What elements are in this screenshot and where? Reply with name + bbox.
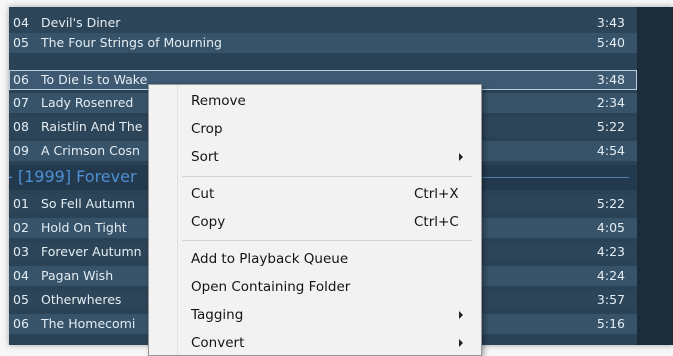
menu-item-label: Cut <box>191 186 215 202</box>
menu-item-label: Convert <box>191 335 245 351</box>
track-duration: 5:22 <box>596 119 625 134</box>
menu-separator <box>182 240 472 241</box>
track-number: 08 <box>13 119 29 134</box>
track-row[interactable]: 05 The Four Strings of Mourning 5:40 <box>9 33 637 53</box>
track-title: Otherwheres <box>41 292 122 307</box>
menu-item-convert[interactable]: Convert <box>152 330 476 356</box>
menu-item-label: Open Containing Folder <box>191 279 351 295</box>
chevron-right-icon <box>459 339 463 347</box>
track-duration: 4:54 <box>596 143 625 158</box>
playlist-scrollbar[interactable] <box>637 7 673 345</box>
chevron-right-icon <box>459 311 463 319</box>
track-number: 09 <box>13 143 29 158</box>
track-title: To Die Is to Wake <box>41 72 148 87</box>
track-duration: 4:23 <box>596 244 625 259</box>
menu-item-tagging[interactable]: Tagging <box>152 302 476 328</box>
menu-item-shortcut: Ctrl+X <box>414 186 459 202</box>
album-title: - [1999] Forever <box>9 167 137 186</box>
track-number: 06 <box>13 316 29 331</box>
menu-item-label: Sort <box>191 149 219 165</box>
track-duration: 3:48 <box>596 72 625 87</box>
track-title: The Homecomi <box>41 316 136 331</box>
track-title: Lady Rosenred <box>41 95 134 110</box>
track-row[interactable]: 04 Devil's Diner 3:43 <box>9 13 637 33</box>
track-title: Devil's Diner <box>41 15 121 30</box>
track-duration: 3:57 <box>596 292 625 307</box>
track-number: 04 <box>13 15 29 30</box>
menu-item-crop[interactable]: Crop <box>152 116 476 142</box>
track-number: 06 <box>13 72 29 87</box>
track-number: 01 <box>13 196 29 211</box>
track-number: 05 <box>13 35 29 50</box>
menu-item-cut[interactable]: Cut Ctrl+X <box>152 181 476 207</box>
menu-item-shortcut: Ctrl+C <box>414 214 459 230</box>
menu-separator <box>182 176 472 177</box>
menu-item-label: Add to Playback Queue <box>191 251 349 267</box>
menu-item-label: Remove <box>191 93 246 109</box>
track-title: Pagan Wish <box>41 268 114 283</box>
menu-item-label: Tagging <box>191 307 244 323</box>
track-duration: 4:24 <box>596 268 625 283</box>
track-number: 07 <box>13 95 29 110</box>
track-number: 05 <box>13 292 29 307</box>
track-duration: 5:16 <box>596 316 625 331</box>
track-number: 03 <box>13 244 29 259</box>
track-duration: 2:34 <box>596 95 625 110</box>
track-title: Forever Autumn <box>41 244 142 259</box>
track-duration: 3:43 <box>596 15 625 30</box>
track-title: The Four Strings of Mourning <box>41 35 222 50</box>
track-duration: 5:40 <box>596 35 625 50</box>
menu-item-open-folder[interactable]: Open Containing Folder <box>152 274 476 300</box>
menu-item-remove[interactable]: Remove <box>152 88 476 114</box>
chevron-right-icon <box>459 153 463 161</box>
context-menu: Remove Crop Sort Cut Ctrl+X Copy Ctrl+C … <box>148 84 482 356</box>
track-duration: 4:05 <box>596 220 625 235</box>
menu-item-label: Copy <box>191 214 226 230</box>
menu-item-copy[interactable]: Copy Ctrl+C <box>152 209 476 235</box>
track-title: Raistlin And The <box>41 119 143 134</box>
menu-item-label: Crop <box>191 121 223 137</box>
track-number: 04 <box>13 268 29 283</box>
menu-item-sort[interactable]: Sort <box>152 144 476 170</box>
track-duration: 5:22 <box>596 196 625 211</box>
track-title: So Fell Autumn <box>41 196 136 211</box>
menu-item-add-to-queue[interactable]: Add to Playback Queue <box>152 246 476 272</box>
track-number: 02 <box>13 220 29 235</box>
track-title: Hold On Tight <box>41 220 127 235</box>
track-title: A Crimson Cosn <box>41 143 140 158</box>
